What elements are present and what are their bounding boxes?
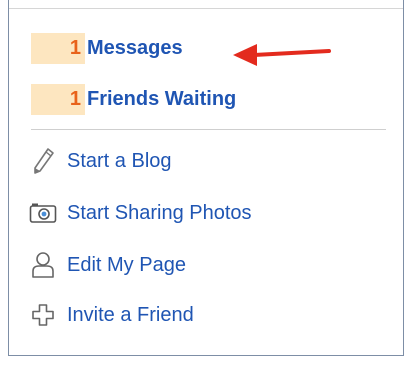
edit-my-page-label: Edit My Page [67,253,186,276]
red-arrow-annotation [233,44,331,66]
section-divider [31,129,386,130]
start-sharing-photos-link[interactable]: Start Sharing Photos [29,198,252,228]
friends-waiting-link-label: Friends Waiting [87,88,237,110]
start-blog-link[interactable]: Start a Blog [29,146,172,176]
top-divider [9,8,403,9]
quick-links-panel: 1 Messages 1 Friends Waiting Start a Blo… [8,0,404,356]
invite-friend-link[interactable]: Invite a Friend [29,300,194,330]
camera-icon [29,199,57,227]
messages-count: 1 [31,33,85,64]
edit-my-page-link[interactable]: Edit My Page [29,250,186,280]
friends-waiting-count: 1 [31,84,85,115]
start-sharing-photos-label: Start Sharing Photos [67,201,252,224]
start-blog-label: Start a Blog [67,149,172,172]
pencil-icon [29,147,57,175]
messages-notification[interactable]: 1 Messages [31,33,183,64]
invite-friend-label: Invite a Friend [67,303,194,326]
plus-icon [29,301,57,329]
person-icon [29,251,57,279]
friends-waiting-notification[interactable]: 1 Friends Waiting [31,84,236,115]
messages-link-label: Messages [87,37,183,59]
